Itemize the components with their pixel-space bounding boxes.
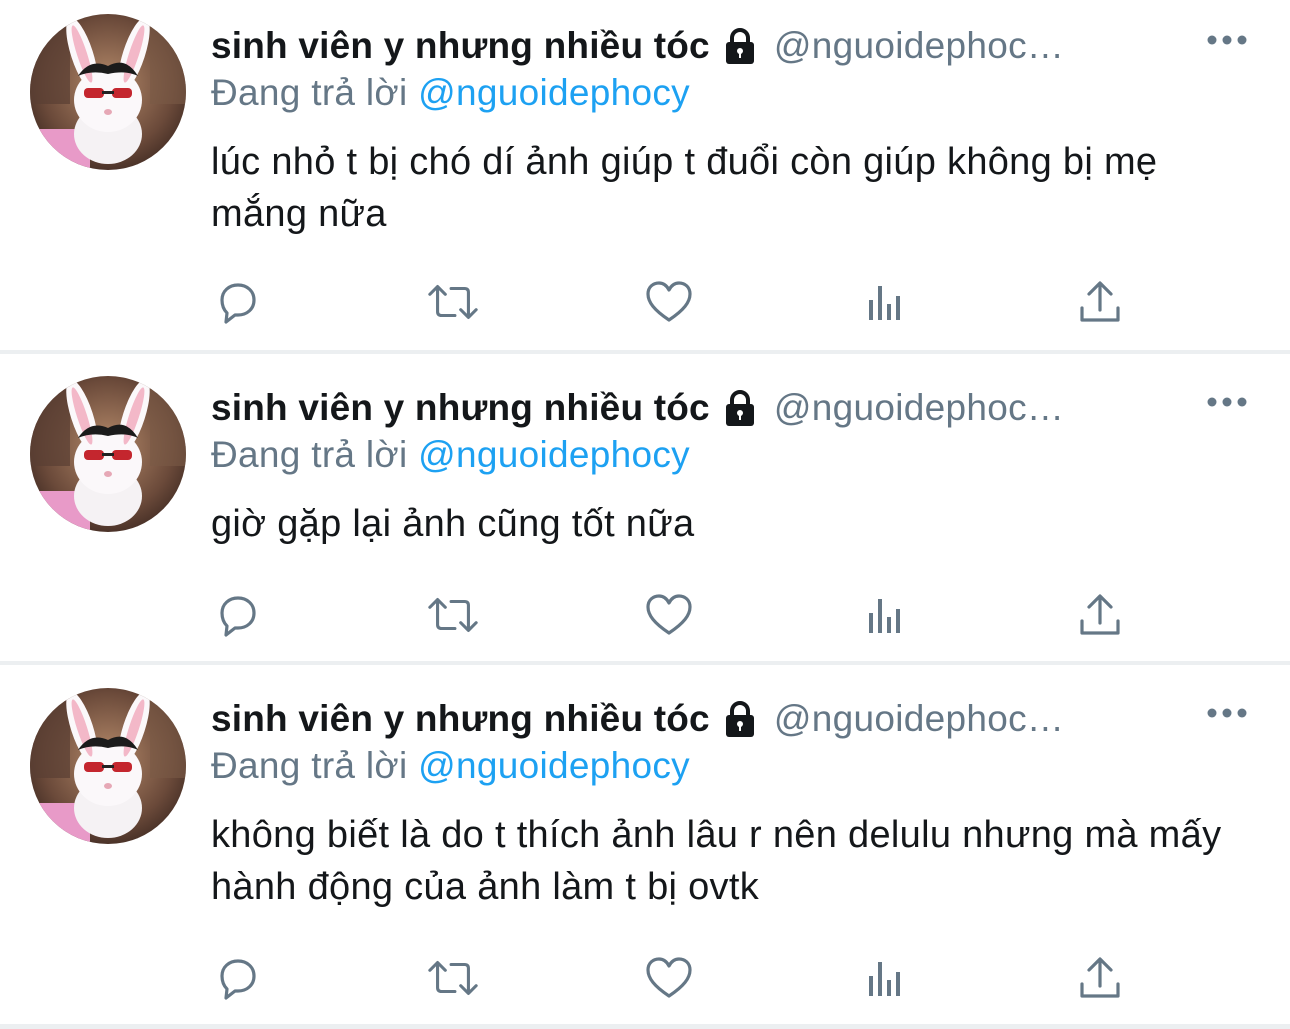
reply-label: Đang trả lời [211, 745, 408, 786]
share-icon [1080, 957, 1120, 998]
share-icon [1080, 281, 1120, 322]
reply-icon [220, 959, 256, 1000]
like-button[interactable] [642, 951, 696, 1005]
views-icon [869, 599, 900, 633]
avatar-bunny-sunglasses-icon [30, 688, 186, 844]
avatar-bunny-sunglasses-icon [30, 14, 186, 170]
like-icon [646, 594, 692, 635]
tweet-header: sinh viên y nhưng nhiều tóc @nguoidephoc… [211, 384, 1064, 432]
avatar[interactable] [30, 14, 186, 170]
retweet-icon [428, 598, 478, 632]
retweet-icon [428, 285, 478, 319]
like-icon [646, 281, 692, 322]
tweet[interactable]: sinh viên y nhưng nhiều tóc @nguoidephoc… [0, 354, 1290, 661]
display-name[interactable]: sinh viên y nhưng nhiều tóc [211, 698, 710, 740]
reply-label: Đang trả lời [211, 434, 408, 475]
reply-icon [220, 596, 256, 637]
avatar[interactable] [30, 688, 186, 844]
reply-thread-feed: sinh viên y nhưng nhiều tóc @nguoidephoc… [0, 0, 1290, 1029]
views-button[interactable] [858, 951, 912, 1005]
retweet-button[interactable] [426, 951, 480, 1005]
reply-mention-link[interactable]: @nguoidephocy [418, 745, 690, 786]
more-horizontal-icon[interactable] [1205, 392, 1249, 412]
replying-to: Đang trả lời @nguoidephocy [211, 745, 690, 787]
lock-icon [725, 390, 754, 426]
tweet-text: lúc nhỏ t bị chó dí ảnh giúp t đuổi còn … [211, 141, 1158, 235]
reply-button[interactable] [211, 588, 265, 642]
tweet[interactable]: sinh viên y nhưng nhiều tóc @nguoidephoc… [0, 0, 1290, 350]
tweet-actions [0, 951, 1290, 1005]
tweet-text: không biết là do t thích ảnh lâu r nên d… [211, 814, 1222, 908]
reply-button[interactable] [211, 951, 265, 1005]
tweet-header: sinh viên y nhưng nhiều tóc @nguoidephoc… [211, 695, 1064, 743]
tweet-header: sinh viên y nhưng nhiều tóc @nguoidephoc… [211, 22, 1064, 70]
replying-to: Đang trả lời @nguoidephocy [211, 434, 690, 476]
handle[interactable]: @nguoidephoc… [774, 25, 1064, 67]
display-name[interactable]: sinh viên y nhưng nhiều tóc [211, 387, 710, 429]
views-icon [869, 962, 900, 996]
views-icon [869, 286, 900, 320]
reply-mention-link[interactable]: @nguoidephocy [418, 72, 690, 113]
display-name[interactable]: sinh viên y nhưng nhiều tóc [211, 25, 710, 67]
retweet-button[interactable] [426, 588, 480, 642]
like-icon [646, 957, 692, 998]
share-button[interactable] [1073, 588, 1127, 642]
retweet-icon [428, 961, 478, 995]
reply-icon [220, 283, 256, 324]
share-button[interactable] [1073, 275, 1127, 329]
tweet-actions [0, 588, 1290, 642]
share-button[interactable] [1073, 951, 1127, 1005]
handle[interactable]: @nguoidephoc… [774, 387, 1064, 429]
reply-label: Đang trả lời [211, 72, 408, 113]
tweet-actions [0, 275, 1290, 329]
avatar[interactable] [30, 376, 186, 532]
tweet-divider [0, 1024, 1290, 1029]
views-button[interactable] [858, 275, 912, 329]
handle[interactable]: @nguoidephoc… [774, 698, 1064, 740]
views-button[interactable] [858, 588, 912, 642]
retweet-button[interactable] [426, 275, 480, 329]
like-button[interactable] [642, 275, 696, 329]
more-horizontal-icon[interactable] [1205, 703, 1249, 723]
avatar-bunny-sunglasses-icon [30, 376, 186, 532]
replying-to: Đang trả lời @nguoidephocy [211, 72, 690, 114]
lock-icon [725, 28, 754, 64]
like-button[interactable] [642, 588, 696, 642]
reply-button[interactable] [211, 275, 265, 329]
share-icon [1080, 594, 1120, 635]
lock-icon [725, 701, 754, 737]
tweet[interactable]: sinh viên y nhưng nhiều tóc @nguoidephoc… [0, 665, 1290, 1024]
reply-mention-link[interactable]: @nguoidephocy [418, 434, 690, 475]
tweet-text: giờ gặp lại ảnh cũng tốt nữa [211, 503, 695, 545]
more-horizontal-icon[interactable] [1205, 30, 1249, 50]
